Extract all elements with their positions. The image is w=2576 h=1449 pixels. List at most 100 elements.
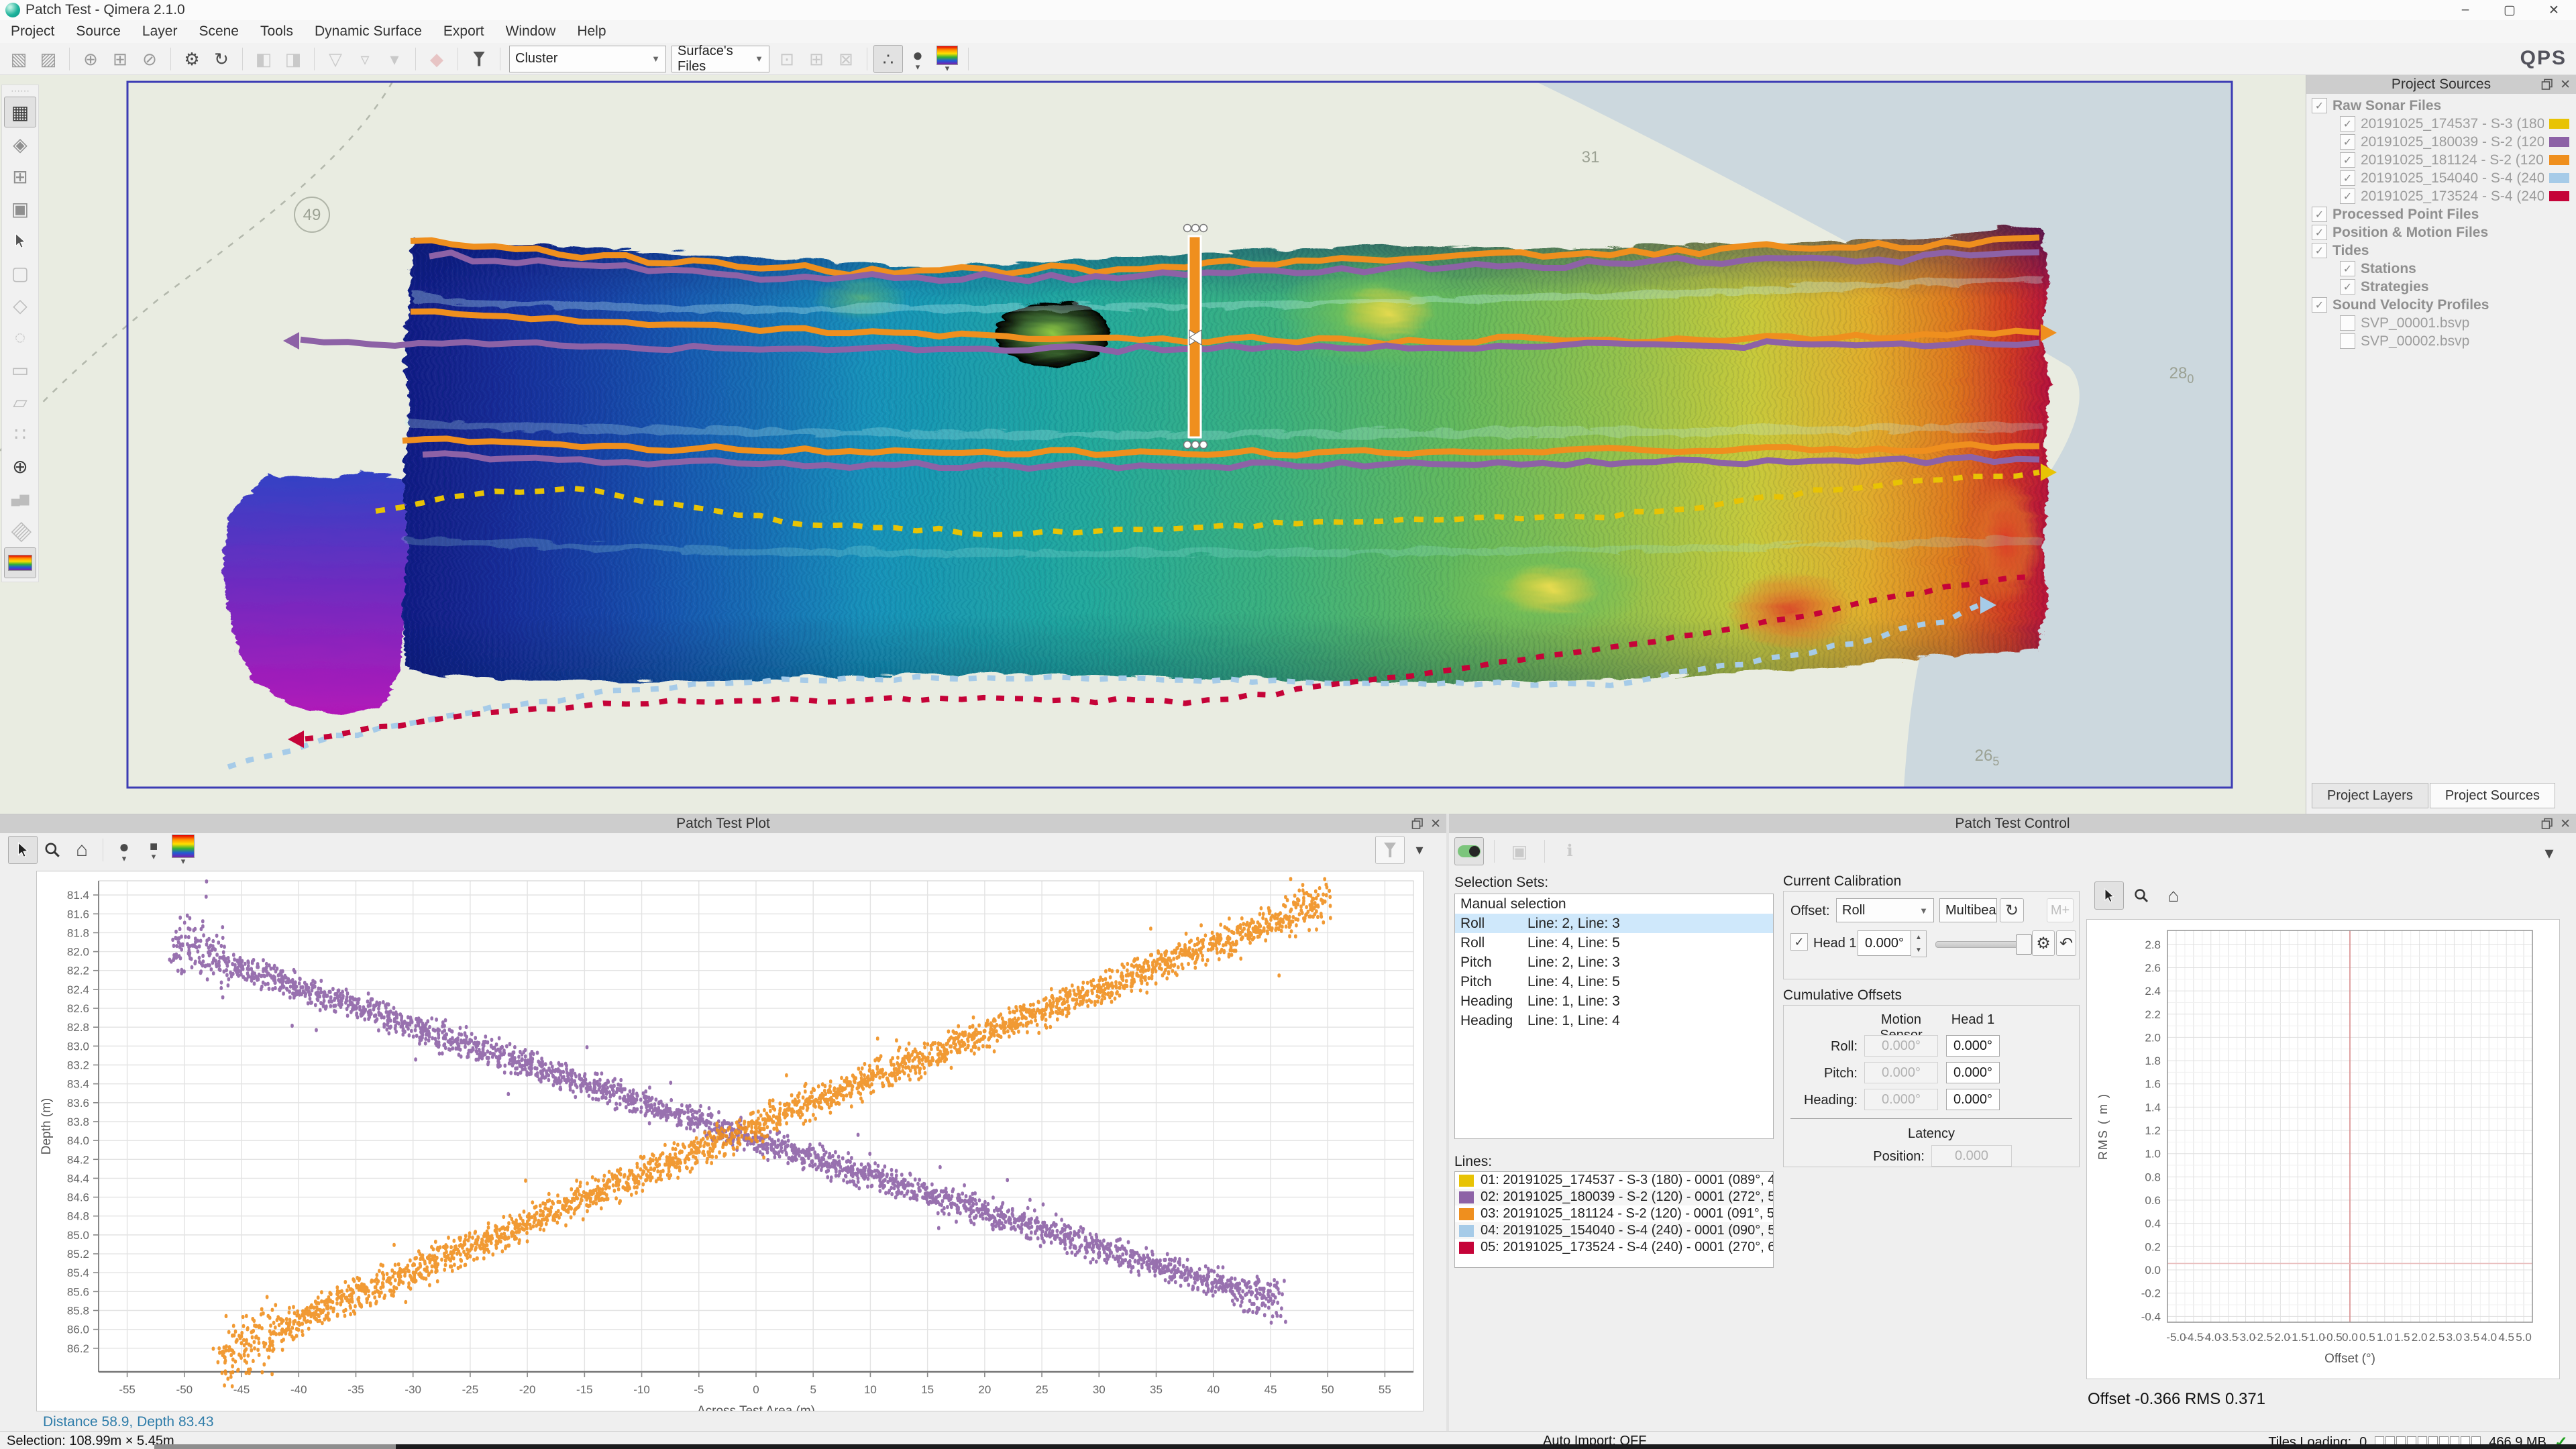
tree-item[interactable]: SVP_00001.bsvp (2306, 314, 2576, 332)
checked-checkbox[interactable]: ✓ (2340, 279, 2355, 294)
depth-scatter-plot[interactable]: -55-50-45-40-35-30-25-20-15-10-505101520… (36, 871, 1424, 1411)
select-tool-icon[interactable] (4, 225, 36, 256)
patch-test-icon[interactable]: ◆ (422, 45, 451, 73)
lines-list[interactable]: 01: 20191025_174537 - S-3 (180) - 0001 (… (1454, 1171, 1774, 1268)
checked-checkbox[interactable]: ✓ (2340, 116, 2355, 131)
slice-editor-icon[interactable]: ▿ (350, 45, 380, 73)
checked-checkbox[interactable]: ✓ (2312, 297, 2327, 313)
menu-window[interactable]: Window (495, 20, 567, 43)
tree-item[interactable]: ✓Sound Velocity Profiles (2306, 296, 2576, 314)
surface-files-combo[interactable]: Surface's Files ▼ (672, 46, 769, 72)
rect-select-icon[interactable]: ▢ (4, 258, 36, 288)
lasso-select-icon[interactable]: ◌ (4, 322, 36, 353)
slice-bottom-handle[interactable] (1184, 441, 1208, 449)
scene-3d-surface[interactable]: 314928036265 (0, 75, 2306, 814)
head1-offset-value[interactable]: 0.000° (1946, 1089, 2000, 1110)
slice-top-handle[interactable] (1184, 225, 1208, 232)
float-panel-icon[interactable] (1411, 818, 1424, 830)
scene-view[interactable]: 314928036265 (0, 75, 2306, 814)
profile-icon[interactable]: ▄▆ (4, 483, 36, 514)
line-row[interactable]: 03: 20191025_181124 - S-2 (120) - 0001 (… (1455, 1205, 1773, 1222)
position-latency-value[interactable]: 0.000 (1931, 1145, 2012, 1167)
motion-sensor-value[interactable]: 0.000° (1864, 1089, 1938, 1110)
tree-item[interactable]: ✓Stations (2306, 260, 2576, 278)
line-row[interactable]: 01: 20191025_174537 - S-3 (180) - 0001 (… (1455, 1172, 1773, 1189)
zoom-to-surface-icon[interactable]: ⊞ (4, 161, 36, 192)
menu-tools[interactable]: Tools (250, 20, 304, 43)
filter-display-button[interactable] (1375, 836, 1405, 864)
line-row[interactable]: 02: 20191025_180039 - S-2 (120) - 0001 (… (1455, 1189, 1773, 1205)
point-display-button[interactable]: ●▾ (109, 836, 139, 864)
checked-checkbox[interactable]: ✓ (2312, 225, 2327, 240)
float-panel-icon[interactable] (2541, 818, 2553, 830)
create-project-icon[interactable]: ▧ (4, 45, 34, 73)
line-row[interactable]: 05: 20191025_173524 - S-4 (240) - 0001 (… (1455, 1239, 1773, 1256)
surface-display-icon[interactable]: ◈ (4, 129, 36, 160)
import-source-icon[interactable]: ⊘ (135, 45, 164, 73)
checked-checkbox[interactable]: ✓ (2340, 134, 2355, 150)
head1-checkbox[interactable]: ✓ (1790, 933, 1808, 951)
menu-export[interactable]: Export (433, 20, 495, 43)
polygon-select-icon[interactable]: ◇ (4, 290, 36, 321)
tree-item[interactable]: ✓Position & Motion Files (2306, 223, 2576, 241)
checked-checkbox[interactable]: ✓ (2312, 243, 2327, 258)
memory-add-button[interactable]: M+ (2047, 898, 2074, 922)
add-raw-sonar-icon[interactable]: ⊕ (76, 45, 105, 73)
home-view-button[interactable]: ⌂ (2159, 881, 2188, 910)
selection-info-button[interactable]: ℹ (1555, 837, 1585, 865)
tree-item[interactable]: ✓Strategies (2306, 278, 2576, 296)
selection-set-row[interactable]: PitchLine: 4, Line: 5 (1455, 972, 1773, 991)
colormap-button[interactable]: ▾ (168, 834, 198, 866)
build-dynamic-surface-icon[interactable]: ◨ (278, 45, 308, 73)
minimize-button[interactable]: – (2443, 0, 2487, 20)
zoom-tool-button[interactable] (2127, 881, 2156, 910)
offset-slider-handle[interactable] (2016, 934, 2032, 955)
menu-source[interactable]: Source (65, 20, 131, 43)
reprocess-icon[interactable]: ↻ (207, 45, 236, 73)
checked-checkbox[interactable]: ✓ (2312, 98, 2327, 113)
zoom-tool-button[interactable] (38, 836, 67, 864)
float-panel-icon[interactable] (2541, 78, 2553, 91)
refresh-button[interactable]: ↻ (2000, 898, 2024, 922)
checked-checkbox[interactable]: ✓ (2340, 261, 2355, 276)
selection-sets-list[interactable]: Manual selectionRollLine: 2, Line: 3Roll… (1454, 894, 1774, 1139)
ruler-icon[interactable]: ▤ (4, 515, 36, 546)
head1-offset-value[interactable]: 0.000° (1946, 1062, 2000, 1083)
selection-set-row[interactable]: PitchLine: 2, Line: 3 (1455, 953, 1773, 972)
maximize-button[interactable]: ▢ (2487, 0, 2532, 20)
toolbar-grip[interactable]: ⋯⋯ (11, 88, 30, 96)
save-selection-button[interactable]: ▣ (1505, 837, 1534, 865)
motion-sensor-value[interactable]: 0.000° (1864, 1062, 1938, 1083)
motion-sensor-value[interactable]: 0.000° (1864, 1035, 1938, 1057)
home-view-button[interactable]: ⌂ (67, 836, 97, 864)
line-row[interactable]: 04: 20191025_154040 - S-4 (240) - 0001 (… (1455, 1222, 1773, 1239)
tab-project-layers[interactable]: Project Layers (2312, 783, 2428, 808)
spin-down-icon[interactable]: ▼ (1911, 944, 1926, 957)
tree-item[interactable]: SVP_00002.bsvp (2306, 332, 2576, 350)
menu-help[interactable]: Help (566, 20, 616, 43)
slider-settings-button[interactable]: ⚙ (2032, 930, 2055, 956)
selection-set-row[interactable]: HeadingLine: 1, Line: 3 (1455, 991, 1773, 1011)
undo-offset-button[interactable]: ↶ (2056, 930, 2076, 956)
filter-rect-icon[interactable]: ⊞ (802, 45, 831, 73)
filter-select-icon[interactable]: ⊡ (772, 45, 802, 73)
tree-item[interactable]: ✓20191025_173524 - S-4 (240) - 0001.db (2306, 187, 2576, 205)
checked-checkbox[interactable]: ✓ (2340, 152, 2355, 168)
zoom-extent-icon[interactable]: ▣ (4, 193, 36, 224)
close-panel-icon[interactable]: ✕ (1430, 816, 1441, 832)
checked-checkbox[interactable]: ✓ (2312, 207, 2327, 222)
close-panel-icon[interactable]: ✕ (2560, 816, 2571, 832)
tree-item[interactable]: ✓20191025_180039 - S-2 (120) - 0001.db (2306, 133, 2576, 151)
edit-polygon-icon[interactable]: ▱ (4, 386, 36, 417)
menu-scene[interactable]: Scene (188, 20, 250, 43)
filter-funnel-icon[interactable] (464, 45, 494, 73)
unchecked-checkbox[interactable] (2340, 333, 2355, 349)
rms-convergence-plot[interactable]: -5.0-4.5-4.0-3.5-3.0-2.5-2.0-1.5-1.0-0.5… (2086, 919, 2560, 1379)
point-color-button[interactable]: ■▾ (139, 836, 168, 864)
processing-settings-icon[interactable]: ⚙ (177, 45, 207, 73)
show-points-icon[interactable]: ∴ (873, 45, 903, 73)
filter-expand-icon[interactable]: ⊠ (831, 45, 861, 73)
head1-offset-value[interactable]: 0.000° (1946, 1035, 2000, 1057)
swath-editor-icon[interactable]: ▾ (380, 45, 409, 73)
add-processed-points-icon[interactable]: ⊞ (105, 45, 135, 73)
